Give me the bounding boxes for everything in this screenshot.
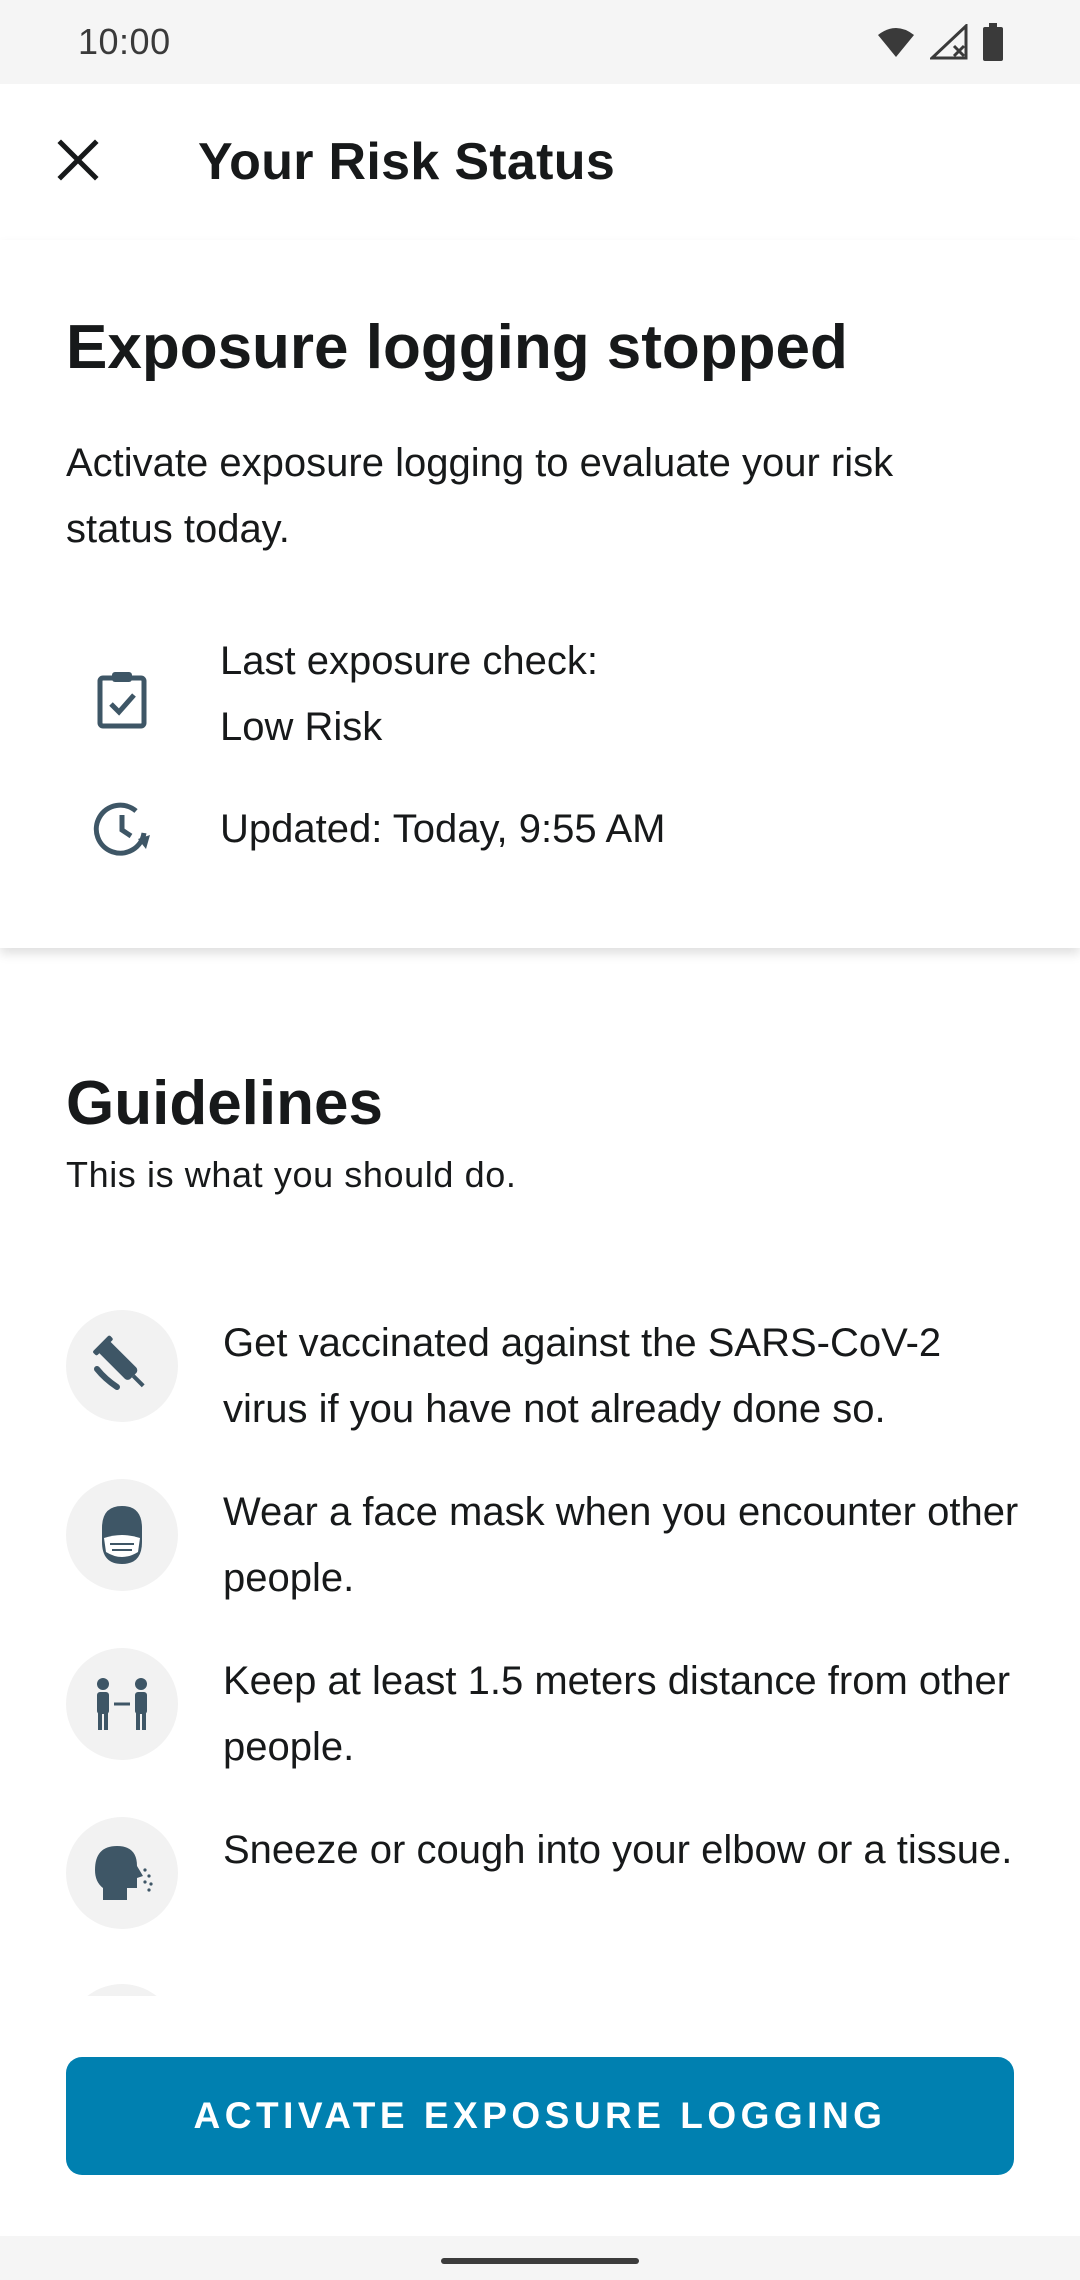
clipboard-check-icon (86, 664, 158, 736)
navigation-bar (0, 2236, 1080, 2280)
guideline-text: Keep at least 1.5 meters distance from o… (223, 1659, 1011, 1769)
guideline-item: Wear a face mask when you encounter othe… (0, 1479, 1080, 1629)
app-bar: Your Risk Status (0, 84, 1080, 240)
guideline-item: Sneeze or cough into your elbow or a tis… (0, 1817, 1080, 1967)
page-title: Your Risk Status (198, 133, 616, 191)
battery-icon (982, 23, 1004, 61)
vaccine-icon (66, 1310, 178, 1422)
last-check-text: Last exposure check: Low Risk (220, 628, 1020, 760)
status-icons (876, 23, 1004, 61)
updated-text: Updated: Today, 9:55 AM (220, 807, 666, 851)
close-icon (57, 138, 99, 186)
clock-refresh-icon (86, 793, 158, 865)
guideline-text: Get vaccinated against the SARS-CoV-2 vi… (223, 1321, 942, 1431)
footer: ACTIVATE EXPOSURE LOGGING (0, 1996, 1080, 2236)
sneeze-icon (66, 1817, 178, 1929)
risk-headline: Exposure logging stopped (66, 313, 848, 382)
status-bar: 10:00 (0, 0, 1080, 84)
guideline-item: Keep at least 1.5 meters distance from o… (0, 1648, 1080, 1798)
face-mask-icon (66, 1479, 178, 1591)
last-check-value: Low Risk (220, 705, 383, 749)
guideline-text: Wear a face mask when you encounter othe… (223, 1490, 1019, 1600)
risk-status-card: Exposure logging stopped Activate exposu… (0, 240, 1080, 948)
guidelines-title: Guidelines (66, 1069, 383, 1138)
guidelines-section: Guidelines This is what you should do. G… (0, 948, 1080, 1996)
home-gesture-handle[interactable] (441, 2258, 639, 2264)
guideline-item: Get vaccinated against the SARS-CoV-2 vi… (0, 1310, 1080, 1460)
risk-description: Activate exposure logging to evaluate yo… (66, 441, 894, 551)
close-button[interactable] (38, 122, 118, 202)
activate-exposure-logging-button[interactable]: ACTIVATE EXPOSURE LOGGING (66, 2057, 1014, 2175)
signal-off-icon (930, 24, 968, 60)
status-time: 10:00 (78, 21, 171, 62)
distance-icon (66, 1648, 178, 1760)
last-check-label: Last exposure check: (220, 639, 598, 683)
wifi-icon (876, 25, 916, 59)
guidelines-subtitle: This is what you should do. (66, 1154, 517, 1195)
guideline-icon-background (66, 1984, 178, 1996)
guideline-text: Sneeze or cough into your elbow or a tis… (223, 1828, 1013, 1872)
